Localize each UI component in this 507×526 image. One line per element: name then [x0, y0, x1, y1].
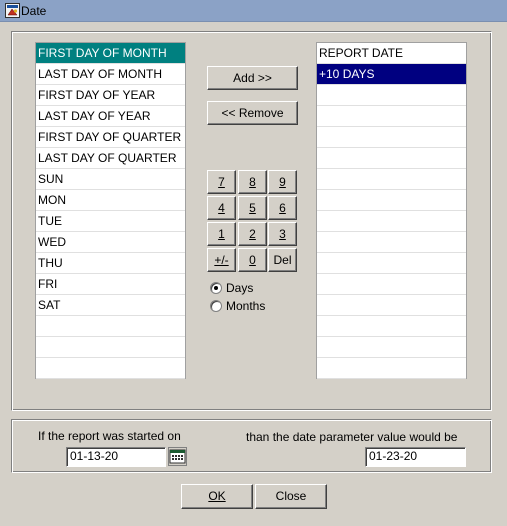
key-7-button[interactable]: 7	[207, 170, 236, 194]
calendar-icon[interactable]	[168, 447, 187, 466]
delete-button[interactable]: Del	[268, 248, 297, 272]
empty-list-row	[317, 190, 466, 211]
list-item[interactable]: LAST DAY OF MONTH	[36, 64, 185, 85]
result-date-field: 01-23-20	[365, 447, 466, 467]
start-date-field[interactable]: 01-13-20	[66, 447, 166, 467]
empty-list-row	[317, 316, 466, 337]
key-1-button[interactable]: 1	[207, 222, 236, 246]
close-button[interactable]: Close	[255, 484, 327, 509]
empty-list-row	[36, 316, 185, 337]
empty-list-row	[317, 358, 466, 379]
key-3-label: 3	[279, 227, 286, 241]
months-radio-option[interactable]: Months	[210, 298, 265, 314]
key-6-button[interactable]: 6	[268, 196, 297, 220]
empty-list-row	[317, 232, 466, 253]
list-item[interactable]: FIRST DAY OF YEAR	[36, 85, 185, 106]
delete-label: Del	[273, 253, 292, 267]
empty-list-row	[36, 358, 185, 379]
empty-list-row	[317, 148, 466, 169]
key-7-label: 7	[218, 175, 225, 189]
list-item[interactable]: FIRST DAY OF MONTH	[36, 43, 185, 64]
key-4-label: 4	[218, 201, 225, 215]
start-date-caption: If the report was started on	[38, 429, 181, 443]
empty-list-row	[317, 295, 466, 316]
list-item[interactable]: +10 DAYS	[317, 64, 466, 85]
empty-list-row	[317, 337, 466, 358]
key-0-button[interactable]: 0	[238, 248, 267, 272]
add-button-label: Add >>	[233, 71, 272, 85]
empty-list-row	[317, 85, 466, 106]
remove-button[interactable]: << Remove	[207, 101, 298, 125]
key-5-label: 5	[249, 201, 256, 215]
title-bar[interactable]: Date	[0, 0, 507, 22]
list-item[interactable]: WED	[36, 232, 185, 253]
list-item[interactable]: LAST DAY OF QUARTER	[36, 148, 185, 169]
key-2-label: 2	[249, 227, 256, 241]
key-1-label: 1	[218, 227, 225, 241]
empty-list-row	[317, 274, 466, 295]
list-item[interactable]: FIRST DAY OF QUARTER	[36, 127, 185, 148]
days-radio-option[interactable]: Days	[210, 280, 253, 296]
list-item[interactable]: TUE	[36, 211, 185, 232]
window-title: Date	[21, 4, 47, 18]
empty-list-row	[317, 169, 466, 190]
months-radio[interactable]	[210, 300, 222, 312]
key-0-label: 0	[249, 253, 256, 267]
months-radio-label: Months	[226, 299, 266, 313]
empty-list-row	[317, 106, 466, 127]
remove-button-label: << Remove	[221, 106, 284, 120]
empty-list-row	[317, 253, 466, 274]
empty-list-row	[36, 337, 185, 358]
ok-button[interactable]: OK	[181, 484, 253, 509]
plus-minus-button[interactable]: +/-	[207, 248, 236, 272]
key-5-button[interactable]: 5	[238, 196, 267, 220]
list-item[interactable]: LAST DAY OF YEAR	[36, 106, 185, 127]
result-date-caption: than the date parameter value would be	[246, 430, 458, 444]
list-item[interactable]: SAT	[36, 295, 185, 316]
add-button[interactable]: Add >>	[207, 66, 298, 90]
selected-expression-list[interactable]: REPORT DATE +10 DAYS	[316, 42, 467, 379]
days-radio-label: Days	[226, 281, 254, 295]
key-3-button[interactable]: 3	[268, 222, 297, 246]
list-item[interactable]: MON	[36, 190, 185, 211]
list-item[interactable]: REPORT DATE	[317, 43, 466, 64]
key-8-label: 8	[249, 175, 256, 189]
plus-minus-label: +/-	[214, 253, 229, 267]
ok-button-label: OK	[208, 489, 226, 503]
available-offsets-list[interactable]: FIRST DAY OF MONTH LAST DAY OF MONTH FIR…	[35, 42, 186, 379]
date-dialog: Date FIRST DAY OF MONTH LAST DAY OF MONT…	[0, 0, 507, 526]
days-radio[interactable]	[210, 282, 222, 294]
key-9-label: 9	[279, 175, 286, 189]
key-2-button[interactable]: 2	[238, 222, 267, 246]
app-window-icon	[5, 3, 20, 18]
key-8-button[interactable]: 8	[238, 170, 267, 194]
key-6-label: 6	[279, 201, 286, 215]
list-item[interactable]: THU	[36, 253, 185, 274]
key-9-button[interactable]: 9	[268, 170, 297, 194]
list-item[interactable]: FRI	[36, 274, 185, 295]
empty-list-row	[317, 211, 466, 232]
close-button-label: Close	[275, 489, 307, 503]
key-4-button[interactable]: 4	[207, 196, 236, 220]
list-item[interactable]: SUN	[36, 169, 185, 190]
empty-list-row	[317, 127, 466, 148]
